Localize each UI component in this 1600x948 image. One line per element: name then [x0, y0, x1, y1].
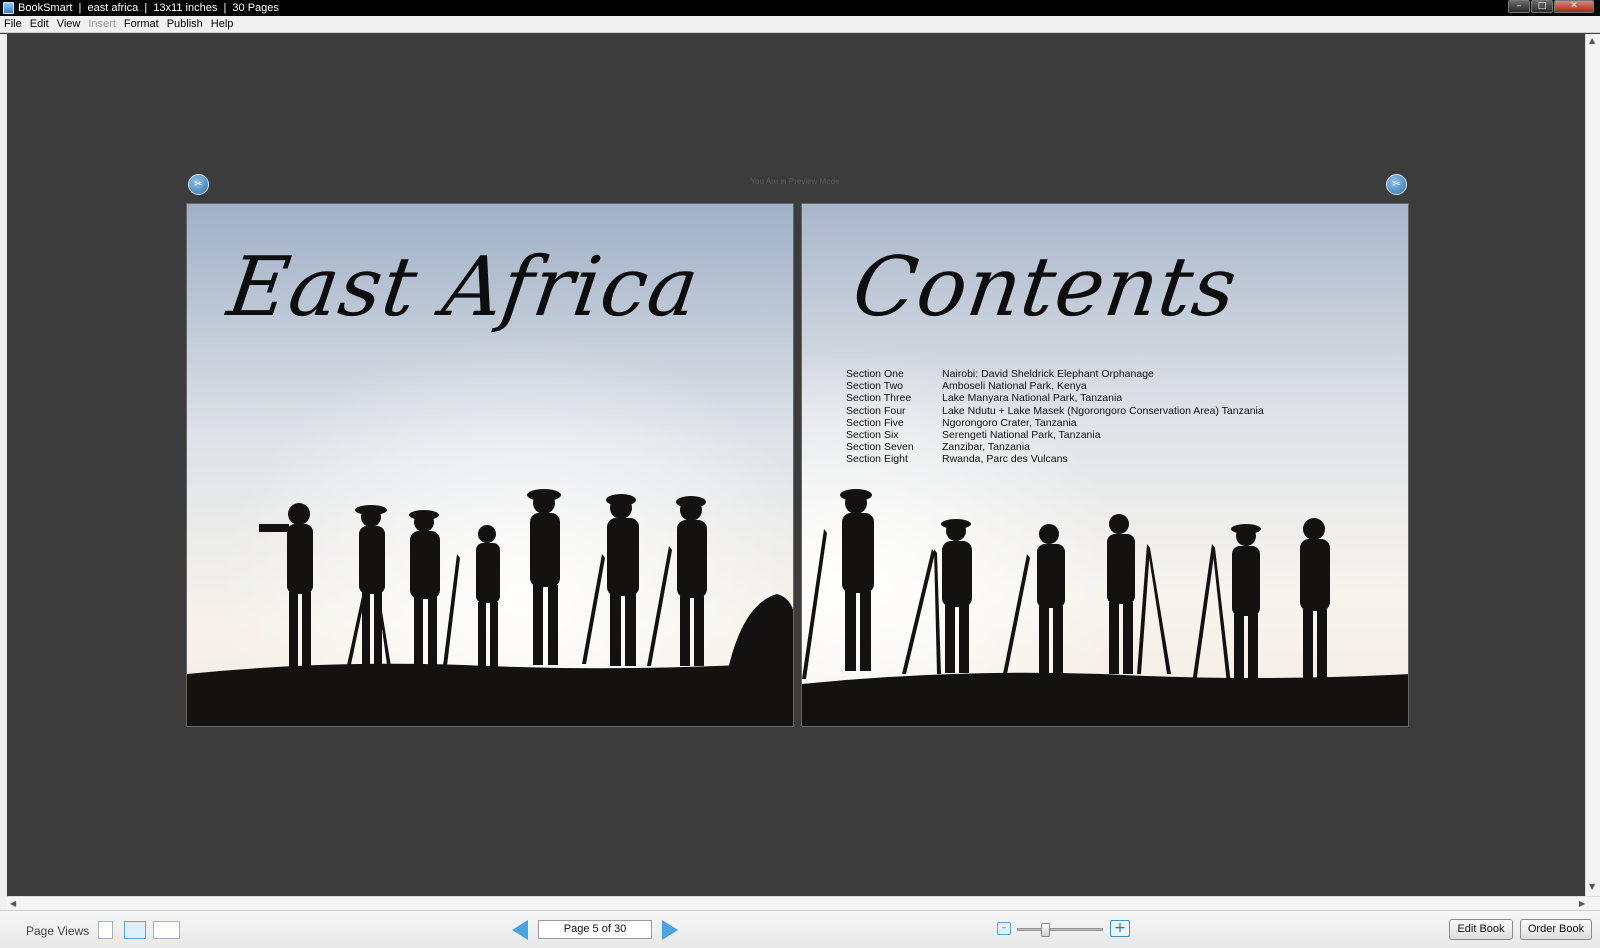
menu-format[interactable]: Format	[120, 18, 163, 30]
toc-section: Section Five	[846, 416, 904, 429]
toc-row: Section Four Lake Ndutu + Lake Masek (Ngo…	[846, 405, 1264, 417]
toc-title: Lake Ndutu + Lake Masek (Ngorongoro Cons…	[942, 404, 1264, 417]
toc-section: Section Four	[846, 404, 906, 417]
menu-view[interactable]: View	[53, 18, 85, 30]
zoom-slider-thumb[interactable]	[1041, 923, 1050, 937]
toc-section: Section One	[846, 368, 904, 380]
preview-mode-label: You Are in Preview Mode	[750, 177, 840, 186]
vertical-scrollbar[interactable]: ▲ ▼	[1585, 34, 1600, 896]
edit-book-button[interactable]: Edit Book	[1449, 919, 1513, 940]
next-page-arrow-icon[interactable]	[662, 920, 678, 940]
toc-row: Section Two Amboseli National Park, Kenya	[846, 380, 1264, 392]
maximize-button[interactable]: □	[1531, 0, 1553, 13]
order-book-button[interactable]: Order Book	[1520, 919, 1592, 940]
toc-row: Section Eight Rwanda, Parc des Vulcans	[846, 453, 1264, 465]
menu-help[interactable]: Help	[207, 18, 238, 30]
window-controls: – □ ✕	[1507, 0, 1594, 13]
zoom-slider[interactable]	[1017, 923, 1103, 937]
page-indicator[interactable]: Page 5 of 30	[538, 920, 652, 939]
toc-title: Rwanda, Parc des Vulcans	[942, 453, 1068, 466]
toc-row: Section Five Ngorongoro Crater, Tanzania	[846, 417, 1264, 429]
left-page-title: East Africa	[222, 240, 705, 335]
menu-publish[interactable]: Publish	[163, 18, 207, 30]
right-page-contents[interactable]: Contents Section One Nairobi: David Sheld…	[801, 203, 1409, 727]
menu-file[interactable]: File	[0, 18, 26, 30]
title-bar: BookSmart | east africa | 13x11 inches |…	[0, 0, 1600, 16]
right-page-title: Contents	[847, 240, 1243, 335]
menu-edit[interactable]: Edit	[26, 18, 53, 30]
toc-section: Section Two	[846, 380, 904, 393]
menu-bar: File Edit View Insert Format Publish Hel…	[0, 16, 1600, 33]
toc-title: Serengeti National Park, Tanzania	[942, 428, 1101, 441]
scroll-left-arrow-icon[interactable]: ◀	[10, 899, 16, 908]
spread-view-icon[interactable]	[124, 921, 146, 939]
grid-view-icon[interactable]	[153, 921, 180, 939]
right-page-tool-button[interactable]: ✂	[1386, 174, 1407, 195]
toc-row: Section Seven Zanzibar, Tanzania	[846, 441, 1264, 453]
window-title: BookSmart | east africa | 13x11 inches |…	[18, 2, 279, 14]
scroll-right-arrow-icon[interactable]: ▶	[1579, 899, 1585, 908]
left-page-east-africa[interactable]: East Africa	[186, 203, 794, 727]
table-of-contents: Section One Nairobi: David Sheldrick Elep…	[846, 368, 1264, 466]
scissors-icon: ✂	[1392, 179, 1401, 190]
toc-section: Section Eight	[846, 453, 908, 466]
toc-row: Section Three Lake Manyara National Park,…	[846, 392, 1264, 404]
scroll-down-arrow-icon[interactable]: ▼	[1589, 882, 1595, 891]
left-page-tool-button[interactable]: ✂	[188, 174, 209, 195]
zoom-in-icon[interactable]: +	[1110, 920, 1130, 937]
page-views-label: Page Views	[26, 924, 90, 938]
scissors-icon: ✂	[194, 179, 203, 190]
toc-title: Amboseli National Park, Kenya	[942, 380, 1087, 393]
booksmart-app-icon	[3, 2, 14, 14]
bottom-toolbar: Page Views Page 5 of 30 – + Edit Book Or…	[0, 910, 1600, 948]
single-page-view-icon[interactable]	[98, 921, 113, 939]
toc-section: Section Six	[846, 428, 899, 441]
toc-row: Section One Nairobi: David Sheldrick Elep…	[846, 368, 1264, 380]
toc-title: Zanzibar, Tanzania	[942, 441, 1030, 454]
left-splitter[interactable]	[0, 34, 7, 914]
minimize-button[interactable]: –	[1508, 0, 1530, 13]
toc-section: Section Three	[846, 392, 912, 405]
previous-page-arrow-icon[interactable]	[512, 920, 528, 940]
menu-insert: Insert	[88, 18, 116, 30]
toc-title: Ngorongoro Crater, Tanzania	[942, 416, 1077, 429]
toc-title: Lake Manyara National Park, Tanzania	[942, 392, 1123, 405]
close-button[interactable]: ✕	[1554, 0, 1594, 13]
zoom-out-icon[interactable]: –	[997, 922, 1011, 935]
scroll-up-arrow-icon[interactable]: ▲	[1589, 36, 1595, 45]
toc-row: Section Six Serengeti National Park, Tanz…	[846, 429, 1264, 441]
horizontal-scrollbar[interactable]: ◀ ▶	[7, 896, 1600, 910]
toc-section: Section Seven	[846, 441, 914, 454]
toc-title: Nairobi: David Sheldrick Elephant Orphan…	[942, 368, 1154, 380]
